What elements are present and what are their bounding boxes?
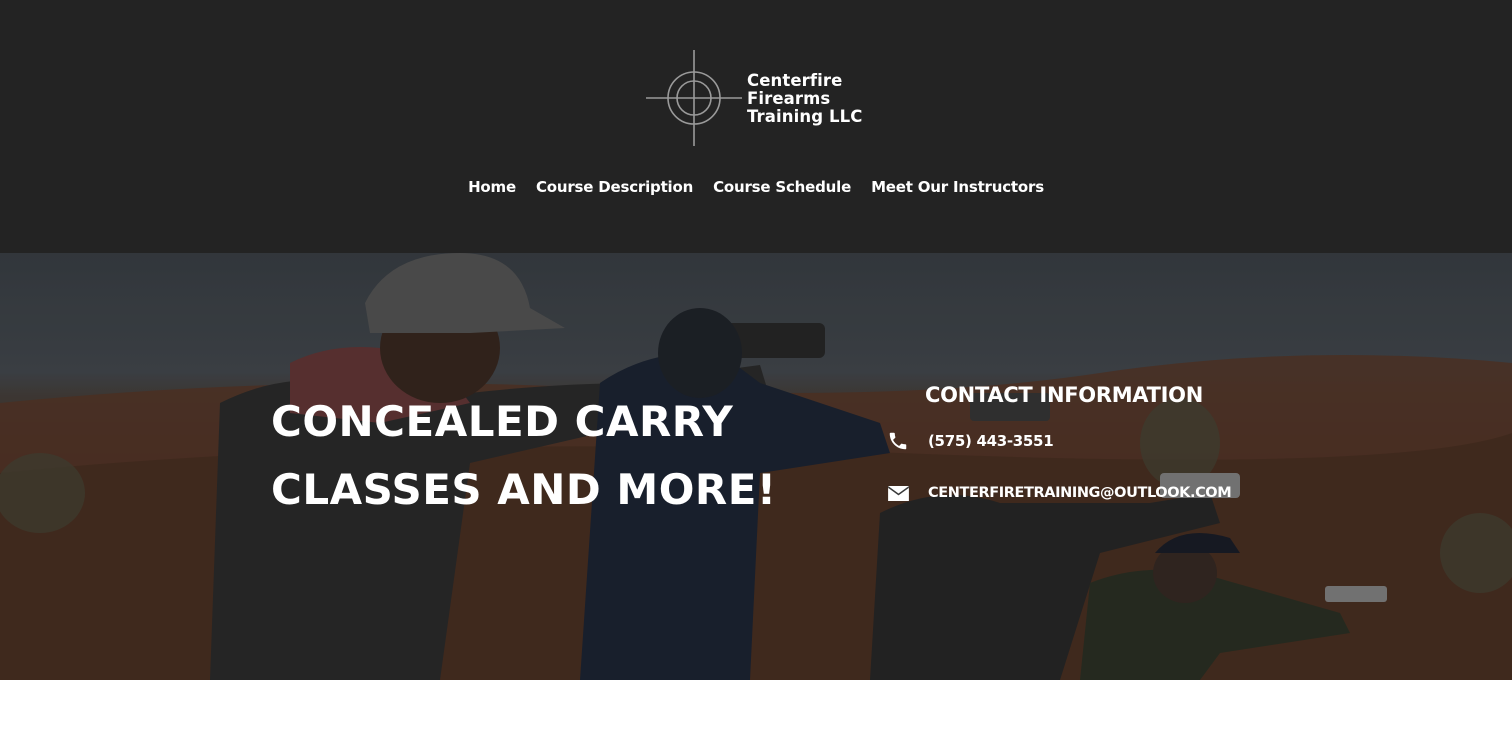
nav-item-course-description[interactable]: Course Description bbox=[536, 176, 693, 200]
nav-item-course-schedule[interactable]: Course Schedule bbox=[713, 176, 851, 200]
contact-email[interactable]: CENTERFIRETRAINING@OUTLOOK.COM bbox=[886, 480, 1232, 506]
logo-wordmark: Centerfire Firearms Training LLC bbox=[747, 72, 862, 126]
logo-line-3: Training LLC bbox=[747, 107, 863, 126]
logo-line-2: Firearms bbox=[747, 89, 831, 108]
contact-phone[interactable]: (575) 443-3551 bbox=[886, 428, 1054, 454]
nav-item-meet-our-instructors[interactable]: Meet Our Instructors bbox=[871, 176, 1044, 200]
phone-icon bbox=[886, 430, 910, 452]
site-header: Centerfire Firearms Training LLC Home Co… bbox=[0, 0, 1512, 253]
site-logo[interactable]: Centerfire Firearms Training LLC bbox=[646, 48, 886, 148]
main-nav: Home Course Description Course Schedule … bbox=[0, 176, 1512, 200]
hero-headline: CONCEALED CARRY CLASSES AND MORE! bbox=[271, 388, 831, 524]
envelope-icon bbox=[886, 482, 910, 504]
hero-headline-line-1: CONCEALED CARRY bbox=[271, 397, 734, 446]
hero-headline-line-2: CLASSES AND MORE! bbox=[271, 465, 777, 514]
page-content-area bbox=[0, 680, 1512, 756]
contact-email-value: CENTERFIRETRAINING@OUTLOOK.COM bbox=[928, 485, 1232, 501]
crosshair-icon bbox=[646, 50, 742, 146]
logo-line-1: Centerfire bbox=[747, 71, 843, 90]
nav-item-home[interactable]: Home bbox=[468, 176, 516, 200]
contact-phone-value: (575) 443-3551 bbox=[928, 432, 1054, 450]
contact-title: CONTACT INFORMATION bbox=[925, 383, 1203, 407]
